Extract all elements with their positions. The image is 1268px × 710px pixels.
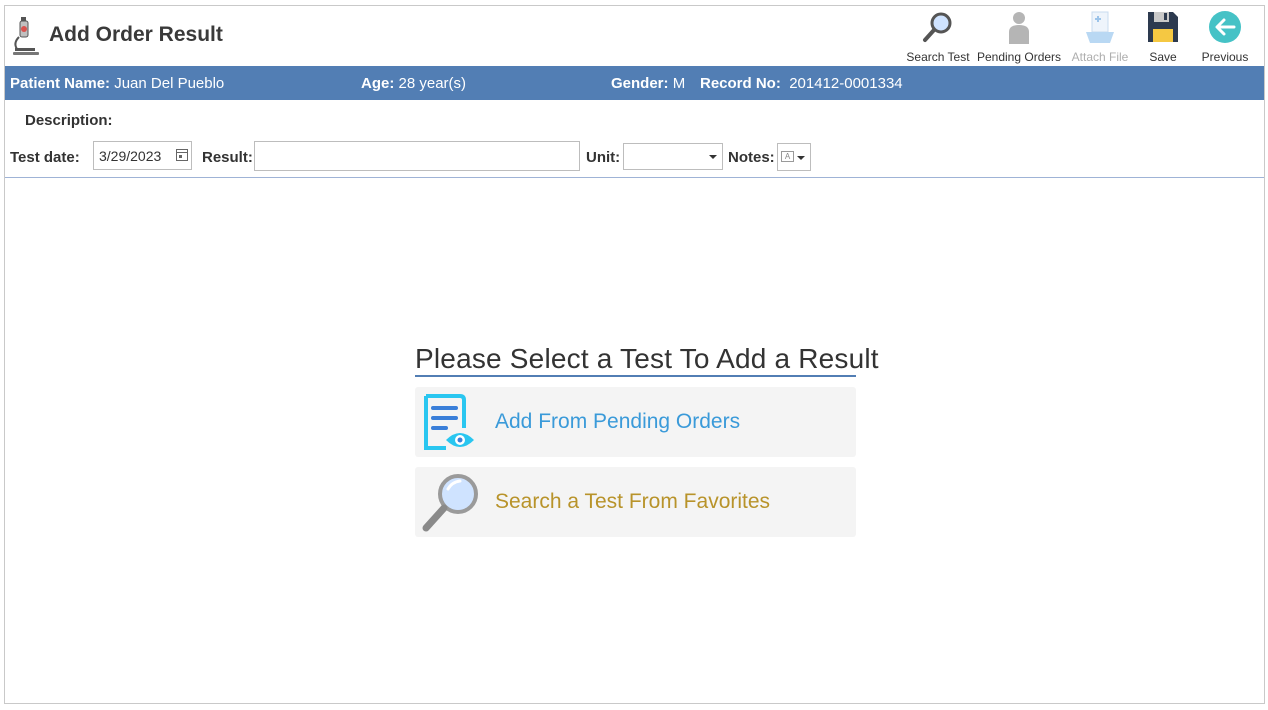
header: Add Order Result Search Test Pending Ord… [5,6,1264,66]
description-label: Description: [25,112,113,129]
patient-record-label: Record No: [700,75,781,92]
save-button[interactable]: Save [1136,8,1190,64]
divider [5,177,1264,178]
result-form-row: Test date: 3/29/2023 Result: Unit: Notes… [10,141,830,171]
add-from-pending-orders-button[interactable]: Add From Pending Orders [415,387,856,457]
patient-gender-label: Gender: [611,75,669,92]
page-title: Add Order Result [49,23,223,46]
patient-name-value: Juan Del Pueblo [114,75,225,92]
save-icon [1148,12,1178,42]
calendar-icon[interactable] [176,149,188,161]
search-icon [923,12,952,42]
patient-name-label: Patient Name: [10,75,111,92]
patient-age: Age: 28 year(s) [361,75,466,92]
test-date-value: 3/29/2023 [99,148,162,164]
select-test-panel: Please Select a Test To Add a Result Add… [415,343,879,537]
test-date-label: Test date: [10,149,80,166]
select-test-heading: Please Select a Test To Add a Result [415,343,879,377]
microscope-icon [13,17,39,55]
back-arrow-icon [1209,11,1241,43]
main-window: Add Order Result Search Test Pending Ord… [4,5,1265,704]
magnifier-icon [422,474,478,532]
patient-record-value: 201412-0001334 [789,75,903,92]
patient-age-label: Age: [361,75,395,92]
test-date-picker[interactable]: 3/29/2023 [93,141,192,170]
pending-orders-label: Pending Orders [976,50,1062,64]
toolbar: Search Test Pending Orders Attach File S… [902,8,1260,64]
note-text-icon: A [781,151,794,162]
patient-age-value: 28 year(s) [398,75,467,92]
patient-gender-value: M [672,75,686,92]
person-icon [1009,12,1029,44]
search-test-from-favorites-button[interactable]: Search a Test From Favorites [415,467,856,537]
patient-info-bar: Patient Name: Juan Del Pueblo Age: 28 ye… [5,66,1264,100]
patient-name: Patient Name: Juan Del Pueblo [10,75,224,92]
search-test-button[interactable]: Search Test [902,8,974,64]
patient-record: Record No: 201412-0001334 [700,75,903,92]
document-eye-icon [424,394,474,450]
search-test-from-favorites-label: Search a Test From Favorites [495,490,771,513]
previous-button[interactable]: Previous [1190,8,1260,64]
attach-file-label: Attach File [1071,50,1129,64]
patient-gender: Gender: M [611,75,685,92]
result-input[interactable] [254,141,580,171]
search-test-label: Search Test [906,50,970,64]
attach-file-icon [1086,11,1114,43]
notes-label: Notes: [728,149,775,166]
save-label: Save [1149,50,1177,64]
result-label: Result: [202,149,253,166]
unit-select[interactable] [623,143,723,170]
attach-file-button[interactable]: Attach File [1064,8,1136,64]
pending-orders-button[interactable]: Pending Orders [974,8,1064,64]
chevron-down-icon [797,156,805,160]
chevron-down-icon [709,155,717,159]
previous-label: Previous [1201,50,1249,64]
notes-dropdown-button[interactable]: A [777,143,811,171]
unit-label: Unit: [586,149,621,166]
add-from-pending-orders-label: Add From Pending Orders [495,410,741,433]
